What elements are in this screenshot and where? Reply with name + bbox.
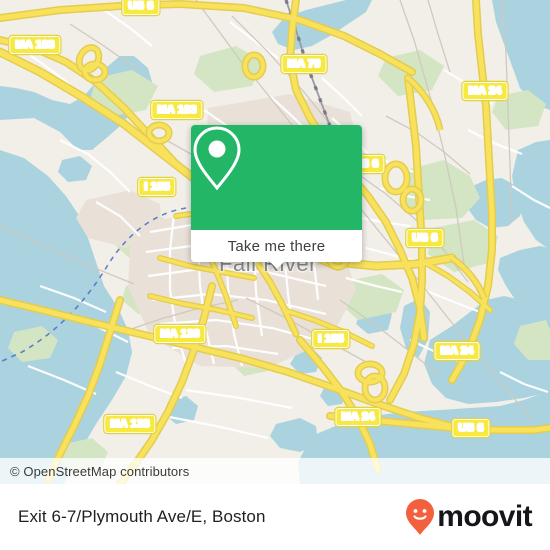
osm-attribution-bar[interactable]: © OpenStreetMap contributors: [0, 458, 550, 484]
map-screenshot: Fall River US 6 MA 103 MA 79 MA 24 MA 103 US …: [0, 0, 550, 550]
road-shield: US 6: [406, 229, 444, 247]
osm-attribution-text: © OpenStreetMap contributors: [10, 463, 190, 479]
road-shield: I 195: [138, 178, 176, 196]
moovit-wordmark: moovit: [437, 500, 532, 533]
road-shield: MA 24: [335, 408, 381, 426]
road-shield: MA 24: [462, 82, 508, 100]
road-shield: MA 103: [151, 101, 203, 119]
callout-header: [191, 125, 362, 230]
address-label: Exit 6-7/Plymouth Ave/E, Boston: [18, 507, 266, 526]
map-canvas[interactable]: Fall River US 6 MA 103 MA 79 MA 24 MA 103 US …: [0, 0, 550, 484]
callout-action-row[interactable]: Take me there: [191, 230, 362, 262]
road-shield: MA 138: [104, 415, 156, 433]
road-shield: MA 24: [434, 342, 480, 360]
map-pin-icon: [193, 126, 241, 191]
moovit-smiley-pin-icon: [406, 499, 435, 535]
take-me-there-label: Take me there: [227, 237, 326, 255]
road-shield: MA 103: [9, 36, 61, 54]
road-shield: MA 79: [281, 55, 327, 73]
callout-pointer: [268, 261, 286, 271]
road-shield: MA 138: [154, 325, 206, 343]
road-shield: US 6: [122, 0, 160, 15]
road-shield: I 195: [312, 330, 350, 348]
destination-callout-card[interactable]: Take me there: [191, 125, 362, 262]
moovit-logo[interactable]: moovit: [405, 498, 533, 536]
footer-bar: Exit 6-7/Plymouth Ave/E, Boston moovit: [0, 484, 550, 550]
road-shield: US 6: [452, 419, 490, 437]
